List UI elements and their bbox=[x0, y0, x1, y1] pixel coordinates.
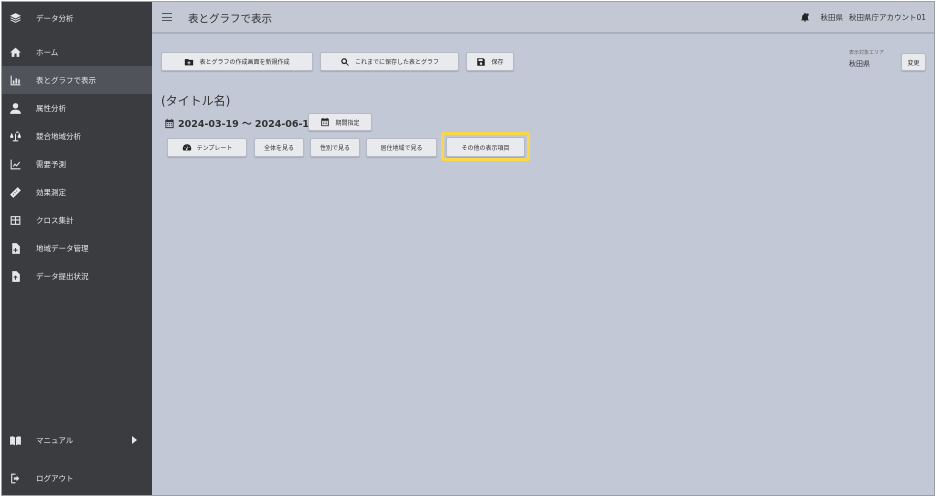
view-all-label: 全体を見る bbox=[263, 145, 294, 152]
new-report-button[interactable]: 表とグラフの作成画面を新規作成 bbox=[161, 52, 313, 71]
view-by-gender-button[interactable]: 性別で見る bbox=[310, 138, 360, 157]
sidebar-item-label: 需要予測 bbox=[36, 159, 66, 169]
period-select-label: 期間指定 bbox=[335, 119, 360, 127]
folder-add-icon bbox=[184, 57, 194, 67]
saved-reports-button[interactable]: これまでに保存した表とグラフ bbox=[320, 52, 459, 71]
sidebar-item-label: 表とグラフで表示 bbox=[36, 75, 96, 85]
scale-icon bbox=[8, 129, 22, 143]
menu-icon[interactable] bbox=[162, 13, 172, 21]
file-upload-icon bbox=[8, 269, 22, 283]
sidebar-item-attribute-analysis[interactable]: 属性分析 bbox=[2, 94, 152, 122]
sidebar-item-demand-forecast[interactable]: 需要予測 bbox=[2, 150, 152, 178]
main-content: 表とグラフで表示 秋田県 秋田県庁アカウント01 表とグラフの作成画面を新規作成… bbox=[152, 2, 934, 495]
logout-icon bbox=[8, 471, 22, 485]
page-title: 表とグラフで表示 bbox=[188, 13, 272, 25]
sidebar: データ分析 ホーム 表とグラフで表示 属性分析 競合地域分析 需要予測 効果測定 bbox=[2, 2, 152, 495]
person-icon bbox=[8, 101, 22, 115]
period-select-button[interactable]: 期間指定 bbox=[308, 113, 372, 131]
prefecture-label: 秋田県 bbox=[820, 13, 843, 22]
sidebar-item-table-graph[interactable]: 表とグラフで表示 bbox=[2, 66, 152, 94]
template-label: テンプレート bbox=[196, 145, 233, 152]
sidebar-item-label: 属性分析 bbox=[36, 103, 66, 113]
save-button[interactable]: 保存 bbox=[466, 52, 514, 71]
view-all-button[interactable]: 全体を見る bbox=[254, 138, 304, 157]
sidebar-item-label: マニュアル bbox=[36, 435, 74, 445]
report-title[interactable]: (タイトル名) bbox=[161, 92, 230, 109]
highlight-box bbox=[441, 132, 530, 161]
template-button[interactable]: テンプレート bbox=[167, 138, 247, 157]
sidebar-item-label: データ提出状況 bbox=[36, 271, 89, 281]
sidebar-item-data-analysis[interactable]: データ分析 bbox=[2, 4, 152, 32]
period-display: 2024-03-19 ～ 2024-06-19 bbox=[164, 116, 316, 130]
view-by-gender-label: 性別で見る bbox=[319, 145, 350, 152]
table-icon bbox=[8, 213, 22, 227]
app-window: データ分析 ホーム 表とグラフで表示 属性分析 競合地域分析 需要予測 効果測定 bbox=[1, 1, 935, 496]
period-text: 2024-03-19 ～ 2024-06-19 bbox=[178, 119, 316, 130]
top-bar: 表とグラフで表示 秋田県 秋田県庁アカウント01 bbox=[152, 2, 934, 34]
new-report-label: 表とグラフの作成画面を新規作成 bbox=[199, 59, 290, 66]
sidebar-item-competitor-analysis[interactable]: 競合地域分析 bbox=[2, 122, 152, 150]
sidebar-item-data-submission[interactable]: データ提出状況 bbox=[2, 262, 152, 290]
trend-icon bbox=[8, 157, 22, 171]
account-area: 秋田県 秋田県庁アカウント01 bbox=[800, 12, 926, 23]
calendar-icon bbox=[320, 117, 330, 127]
sidebar-item-logout[interactable]: ログアウト bbox=[2, 464, 152, 492]
save-label: 保存 bbox=[491, 59, 504, 66]
bar-chart-icon bbox=[8, 73, 22, 87]
sidebar-item-effect-measurement[interactable]: 効果測定 bbox=[2, 178, 152, 206]
book-icon bbox=[8, 433, 22, 447]
change-area-button[interactable]: 変更 bbox=[901, 53, 926, 71]
account-name[interactable]: 秋田県庁アカウント01 bbox=[849, 12, 926, 23]
notification-bell-icon[interactable] bbox=[800, 12, 810, 23]
sidebar-item-regional-data[interactable]: 地域データ管理 bbox=[2, 234, 152, 262]
sidebar-item-home[interactable]: ホーム bbox=[2, 38, 152, 66]
sidebar-item-label: クロス集計 bbox=[36, 215, 74, 225]
saved-reports-label: これまでに保存した表とグラフ bbox=[354, 59, 439, 66]
file-add-icon bbox=[8, 241, 22, 255]
search-icon bbox=[340, 57, 350, 67]
target-area-value: 秋田県 bbox=[849, 60, 870, 68]
ruler-icon bbox=[8, 185, 22, 199]
sidebar-item-label: ログアウト bbox=[36, 473, 74, 483]
target-area-caption: 表示対象エリア bbox=[849, 50, 885, 56]
change-area-label: 変更 bbox=[907, 59, 920, 67]
sidebar-item-label: 競合地域分析 bbox=[36, 131, 81, 141]
calendar-icon bbox=[164, 118, 175, 129]
chevron-right-icon bbox=[132, 436, 137, 444]
speedometer-icon bbox=[182, 143, 192, 153]
view-by-residence-button[interactable]: 居住地域で見る bbox=[366, 138, 437, 157]
sidebar-item-label: 地域データ管理 bbox=[36, 243, 89, 253]
sidebar-item-label: ホーム bbox=[36, 47, 59, 57]
sidebar-item-label: データ分析 bbox=[36, 13, 74, 23]
layers-icon bbox=[8, 11, 22, 25]
view-by-residence-label: 居住地域で見る bbox=[380, 145, 423, 152]
sidebar-item-manual[interactable]: マニュアル bbox=[2, 426, 152, 454]
save-icon bbox=[476, 57, 486, 67]
sidebar-item-label: 効果測定 bbox=[36, 187, 66, 197]
sidebar-item-cross-tab[interactable]: クロス集計 bbox=[2, 206, 152, 234]
home-icon bbox=[8, 45, 22, 59]
